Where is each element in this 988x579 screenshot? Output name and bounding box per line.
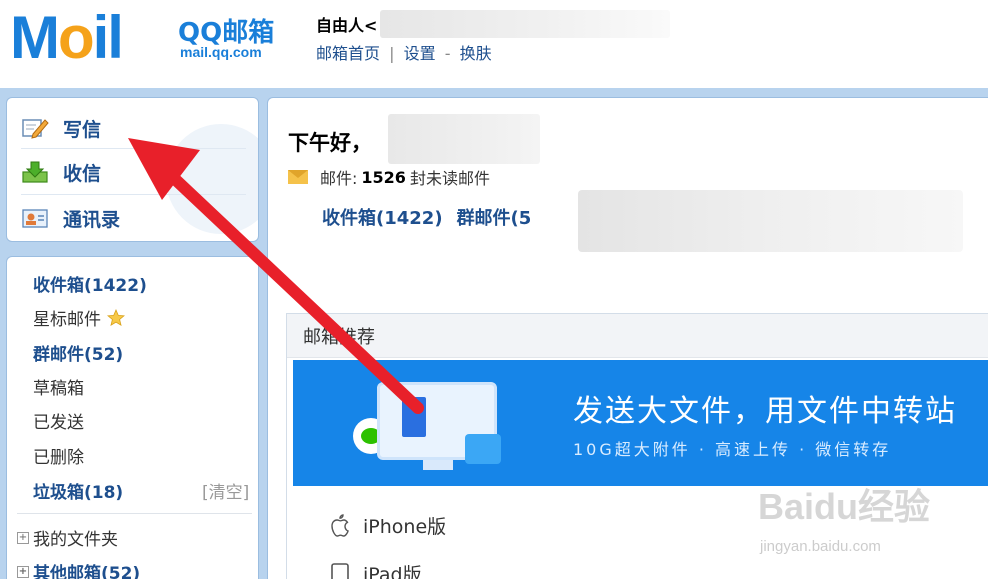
group-mail-quick-link[interactable]: 群邮件(5 <box>457 208 532 229</box>
ipad-version-link[interactable]: iPad版 <box>329 560 422 579</box>
mailbox-quick-links: 收件箱(1422) 群邮件(5 <box>322 204 545 230</box>
folder-starred-label: 星标邮件 <box>33 310 101 330</box>
contacts-button[interactable]: 通讯录 <box>21 200 120 236</box>
settings-link[interactable]: 设置 <box>404 44 436 63</box>
unread-count: 1526 <box>361 167 406 187</box>
link-separator: | <box>389 44 395 63</box>
compose-button[interactable]: 写信 <box>21 110 101 146</box>
recommend-box: 邮箱推荐 发送大文件，用文件中转站 10G超大附件 · 高速上传 · 微信转存 … <box>286 313 988 579</box>
logo-letter-m: M <box>10 4 60 71</box>
contacts-card-icon <box>21 206 49 230</box>
monitor-stand <box>423 460 453 470</box>
folder-deleted[interactable]: 已删除 <box>33 443 84 468</box>
logo-domain-text: mail.qq.com <box>180 44 262 60</box>
mail-label: 邮件: <box>320 169 358 188</box>
my-folders-tree[interactable]: + 我的文件夹 <box>17 525 118 550</box>
folder-divider <box>17 513 252 514</box>
folder-drafts[interactable]: 草稿箱 <box>33 374 84 399</box>
iphone-version-label: iPhone版 <box>363 516 447 538</box>
star-icon <box>106 308 126 327</box>
link-separator: - <box>444 44 451 63</box>
receive-button[interactable]: 收信 <box>21 154 101 190</box>
compose-label: 写信 <box>63 118 102 141</box>
other-mailboxes-tree[interactable]: + 其他邮箱(52) <box>17 559 140 579</box>
zip-file-icon <box>402 397 426 437</box>
mail-logo[interactable]: Moil <box>10 8 124 68</box>
user-email-redacted <box>380 10 670 38</box>
folder-panel: 收件箱(1422) 星标邮件 群邮件(52) 草稿箱 已发送 已删除 垃圾箱(1… <box>6 256 259 579</box>
iphone-version-link[interactable]: iPhone版 <box>329 512 446 539</box>
greeting-text: 下午好， <box>288 131 372 155</box>
baidu-watermark: Baidu经验 <box>758 486 931 527</box>
folder-icon <box>465 434 501 464</box>
header: Moil QQ邮箱 mail.qq.com 自由人< 邮箱首页 | 设置 - 换… <box>0 0 988 88</box>
unread-suffix[interactable]: 封未读邮件 <box>410 165 490 189</box>
contacts-label: 通讯录 <box>63 208 121 231</box>
pencil-note-icon <box>21 116 49 140</box>
clear-spam-link[interactable]: [清空] <box>202 478 249 503</box>
download-inbox-icon <box>21 160 49 184</box>
baidu-watermark-url: jingyan.baidu.com <box>760 538 881 555</box>
user-name: 自由人< <box>316 16 378 35</box>
my-folders-label: 我的文件夹 <box>33 530 118 550</box>
expand-plus-icon[interactable]: + <box>17 531 29 544</box>
quick-links-redacted <box>578 190 963 252</box>
envelope-icon <box>288 170 308 184</box>
change-skin-link[interactable]: 换肤 <box>460 44 492 63</box>
apple-icon <box>329 513 351 538</box>
header-links: 邮箱首页 | 设置 - 换肤 <box>316 40 492 64</box>
banner-subtitle: 10G超大附件 · 高速上传 · 微信转存 <box>573 440 892 459</box>
divider <box>21 148 246 149</box>
divider <box>21 194 246 195</box>
logo-letters-il: il <box>92 4 124 71</box>
receive-label: 收信 <box>63 162 102 185</box>
action-panel: 写信 收信 通讯录 <box>6 97 259 242</box>
other-mailboxes-label: 其他邮箱(52) <box>33 564 141 579</box>
folder-inbox[interactable]: 收件箱(1422) <box>33 271 147 296</box>
recommend-title: 邮箱推荐 <box>287 314 988 358</box>
folder-spam[interactable]: 垃圾箱(18) <box>33 478 123 503</box>
folder-sent[interactable]: 已发送 <box>33 408 84 433</box>
panel-watermark-circle <box>166 124 258 234</box>
username-redacted <box>388 114 540 164</box>
file-transfer-banner[interactable]: 发送大文件，用文件中转站 10G超大附件 · 高速上传 · 微信转存 <box>293 360 988 486</box>
inbox-quick-link[interactable]: 收件箱(1422) <box>322 208 443 229</box>
unread-summary: 邮件: 1526 封未读邮件 <box>288 165 490 189</box>
expand-plus-icon[interactable]: + <box>17 565 29 578</box>
ipad-icon <box>329 562 351 579</box>
ipad-version-label: iPad版 <box>363 564 422 579</box>
logo-bell-o: o <box>57 4 95 71</box>
banner-title: 发送大文件，用文件中转站 <box>573 394 957 429</box>
folder-starred[interactable]: 星标邮件 <box>33 305 126 330</box>
mailbox-home-link[interactable]: 邮箱首页 <box>316 44 380 63</box>
folder-group-mail[interactable]: 群邮件(52) <box>33 340 123 365</box>
